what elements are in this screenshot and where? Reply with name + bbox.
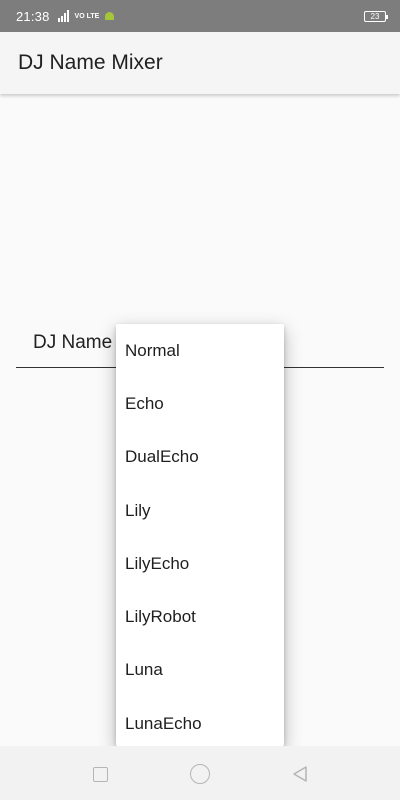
status-time: 21:38	[16, 8, 50, 24]
recents-icon[interactable]	[90, 764, 110, 784]
signal-icon	[57, 10, 69, 22]
network-type-label: VO LTE	[74, 12, 100, 20]
app-bar: DJ Name Mixer	[0, 32, 400, 94]
back-icon[interactable]	[290, 764, 310, 784]
dropdown-item-dualecho[interactable]: DualEcho	[116, 431, 284, 484]
android-icon	[105, 12, 115, 20]
dropdown-item-lilyrobot[interactable]: LilyRobot	[116, 590, 284, 643]
battery-level: 23	[370, 11, 380, 21]
status-bar: 21:38 VO LTE 23	[0, 0, 400, 32]
dropdown-item-lilyecho[interactable]: LilyEcho	[116, 537, 284, 590]
dropdown-item-normal[interactable]: Normal	[116, 324, 284, 377]
dropdown-item-echo[interactable]: Echo	[116, 377, 284, 430]
dropdown-item-luna[interactable]: Luna	[116, 644, 284, 697]
home-icon[interactable]	[189, 763, 211, 785]
app-title: DJ Name Mixer	[18, 51, 163, 74]
voice-dropdown-menu[interactable]: Normal Echo DualEcho Lily LilyEcho LilyR…	[116, 324, 284, 746]
dropdown-item-lunaecho[interactable]: LunaEcho	[116, 697, 284, 746]
dj-name-label: DJ Name	[33, 332, 113, 353]
battery-icon: 23	[364, 10, 388, 22]
dropdown-item-lily[interactable]: Lily	[116, 484, 284, 537]
navigation-bar	[0, 746, 400, 800]
